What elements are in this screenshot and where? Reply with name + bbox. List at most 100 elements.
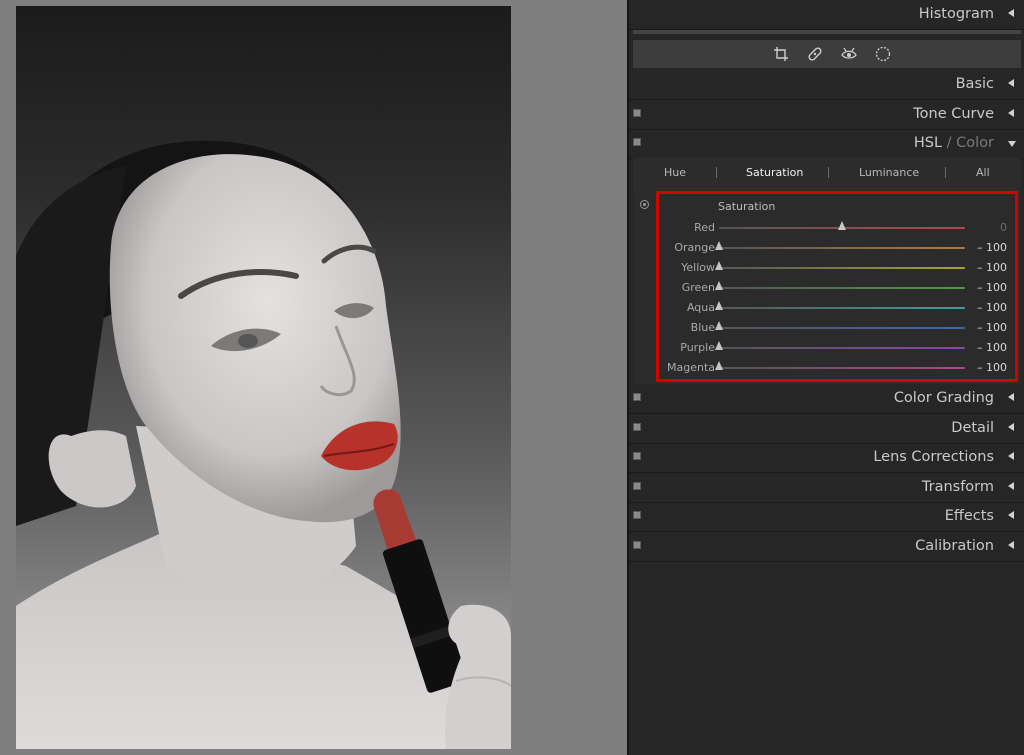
panel-toggle-switch[interactable] xyxy=(633,452,641,460)
tool-strip xyxy=(633,40,1021,68)
slider-track[interactable] xyxy=(719,247,965,249)
lens-corrections-header[interactable]: Lens Corrections xyxy=(629,443,1024,473)
slider-thumb[interactable] xyxy=(715,361,723,370)
slider-value[interactable]: – 100 xyxy=(977,281,1007,294)
section-title: HSL / Color xyxy=(914,135,994,151)
slider-label: Blue xyxy=(690,321,715,334)
photo-preview xyxy=(16,6,511,749)
slider-thumb[interactable] xyxy=(715,261,723,270)
slider-thumb[interactable] xyxy=(715,281,723,290)
image-canvas[interactable] xyxy=(0,0,627,755)
section-title: Lens Corrections xyxy=(873,449,994,465)
tab-divider xyxy=(828,167,829,178)
slider-thumb[interactable] xyxy=(838,221,846,230)
panel-toggle-switch[interactable] xyxy=(633,109,641,117)
tab-saturation[interactable]: Saturation xyxy=(746,166,803,179)
collapse-arrow-icon[interactable] xyxy=(1008,423,1014,431)
collapse-arrow-icon[interactable] xyxy=(1008,541,1014,549)
saturation-title: Saturation xyxy=(718,200,776,213)
collapse-arrow-icon[interactable] xyxy=(1008,9,1014,17)
slider-row-aqua: Aqua – 100 xyxy=(633,298,1021,318)
slider-label: Purple xyxy=(680,341,715,354)
target-adjustment-icon[interactable] xyxy=(640,200,649,209)
tab-all[interactable]: All xyxy=(976,166,990,179)
slider-value[interactable]: – 100 xyxy=(977,261,1007,274)
panel-toggle-switch[interactable] xyxy=(633,423,641,431)
slider-row-blue: Blue – 100 xyxy=(633,318,1021,338)
slider-row-yellow: Yellow – 100 xyxy=(633,258,1021,278)
slider-thumb[interactable] xyxy=(715,341,723,350)
section-title: Color Grading xyxy=(893,390,994,406)
panel-toggle-switch[interactable] xyxy=(633,511,641,519)
slider-label: Green xyxy=(681,281,715,294)
slider-row-red: Red 0 xyxy=(633,218,1021,238)
slider-value[interactable]: – 100 xyxy=(977,241,1007,254)
slider-label: Magenta xyxy=(666,361,715,374)
transform-header[interactable]: Transform xyxy=(629,473,1024,503)
histogram-strip xyxy=(633,30,1021,34)
slider-label: Yellow xyxy=(681,261,715,274)
slider-thumb[interactable] xyxy=(715,241,723,250)
portrait-illustration xyxy=(16,140,511,749)
tab-divider xyxy=(716,167,717,178)
section-title: Effects xyxy=(944,508,994,524)
slider-value[interactable]: – 100 xyxy=(977,361,1007,374)
color-mode-label[interactable]: Color xyxy=(956,135,994,151)
collapse-arrow-icon[interactable] xyxy=(1008,393,1014,401)
healing-icon[interactable] xyxy=(807,46,823,62)
slider-row-green: Green – 100 xyxy=(633,278,1021,298)
detail-header[interactable]: Detail xyxy=(629,414,1024,444)
slider-value[interactable]: 0 xyxy=(1000,221,1007,234)
slider-row-magenta: Magenta – 100 xyxy=(633,358,1021,378)
tab-luminance[interactable]: Luminance xyxy=(859,166,919,179)
panel-toggle-switch[interactable] xyxy=(633,541,641,549)
crop-icon[interactable] xyxy=(773,46,789,62)
panel-toggle-switch[interactable] xyxy=(633,138,641,146)
hsl-color-header[interactable]: HSL / Color xyxy=(629,129,1024,159)
hsl-mode-label[interactable]: HSL xyxy=(914,135,942,151)
slider-value[interactable]: – 100 xyxy=(977,301,1007,314)
slider-value[interactable]: – 100 xyxy=(977,341,1007,354)
slider-thumb[interactable] xyxy=(715,321,723,330)
effects-header[interactable]: Effects xyxy=(629,502,1024,532)
section-title: Detail xyxy=(951,420,994,436)
slider-track[interactable] xyxy=(719,327,965,329)
collapse-arrow-icon[interactable] xyxy=(1008,482,1014,490)
basic-header[interactable]: Basic xyxy=(629,70,1024,100)
saturation-panel: Saturation Red 0 Orange – 100 Yellow – 100 Gre… xyxy=(633,188,1021,384)
slider-label: Orange xyxy=(674,241,715,254)
slider-track[interactable] xyxy=(719,287,965,289)
slider-value[interactable]: – 100 xyxy=(977,321,1007,334)
panel-toggle-switch[interactable] xyxy=(633,482,641,490)
slider-track[interactable] xyxy=(719,367,965,369)
section-title: Basic xyxy=(955,76,994,92)
panel-toggle-switch[interactable] xyxy=(633,393,641,401)
color-grading-header[interactable]: Color Grading xyxy=(629,384,1024,414)
section-title: Tone Curve xyxy=(913,106,994,122)
mode-separator: / xyxy=(942,135,957,151)
mask-icon[interactable] xyxy=(875,46,891,62)
expand-arrow-icon[interactable] xyxy=(1008,141,1016,147)
collapse-arrow-icon[interactable] xyxy=(1008,452,1014,460)
section-title: Transform xyxy=(921,479,994,495)
slider-track[interactable] xyxy=(719,307,965,309)
slider-track[interactable] xyxy=(719,347,965,349)
collapse-arrow-icon[interactable] xyxy=(1008,109,1014,117)
red-eye-icon[interactable] xyxy=(841,46,857,62)
histogram-header[interactable]: Histogram xyxy=(629,0,1024,30)
section-title: Histogram xyxy=(918,6,994,22)
tone-curve-header[interactable]: Tone Curve xyxy=(629,100,1024,130)
hsl-tab-bar: Hue Saturation Luminance All xyxy=(633,158,1021,188)
collapse-arrow-icon[interactable] xyxy=(1008,511,1014,519)
slider-row-purple: Purple – 100 xyxy=(633,338,1021,358)
tab-divider xyxy=(945,167,946,178)
slider-thumb[interactable] xyxy=(715,301,723,310)
section-title: Calibration xyxy=(915,538,994,554)
slider-label: Aqua xyxy=(686,301,715,314)
calibration-header[interactable]: Calibration xyxy=(629,532,1024,562)
slider-row-orange: Orange – 100 xyxy=(633,238,1021,258)
slider-track[interactable] xyxy=(719,267,965,269)
collapse-arrow-icon[interactable] xyxy=(1008,79,1014,87)
develop-panel: Histogram Basic Tone Curve HSL / Color H… xyxy=(627,0,1024,755)
tab-hue[interactable]: Hue xyxy=(664,166,686,179)
